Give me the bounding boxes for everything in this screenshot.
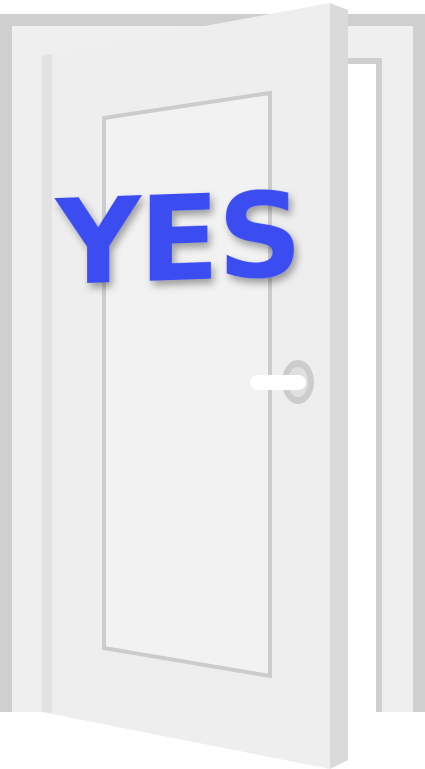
sign-text: YES (53, 166, 300, 313)
open-door-icon: YES (0, 3, 425, 769)
door-edge (330, 3, 348, 769)
door-illustration: YES (0, 0, 425, 769)
door-opening-light (345, 64, 376, 712)
door-face-shade (42, 54, 52, 713)
